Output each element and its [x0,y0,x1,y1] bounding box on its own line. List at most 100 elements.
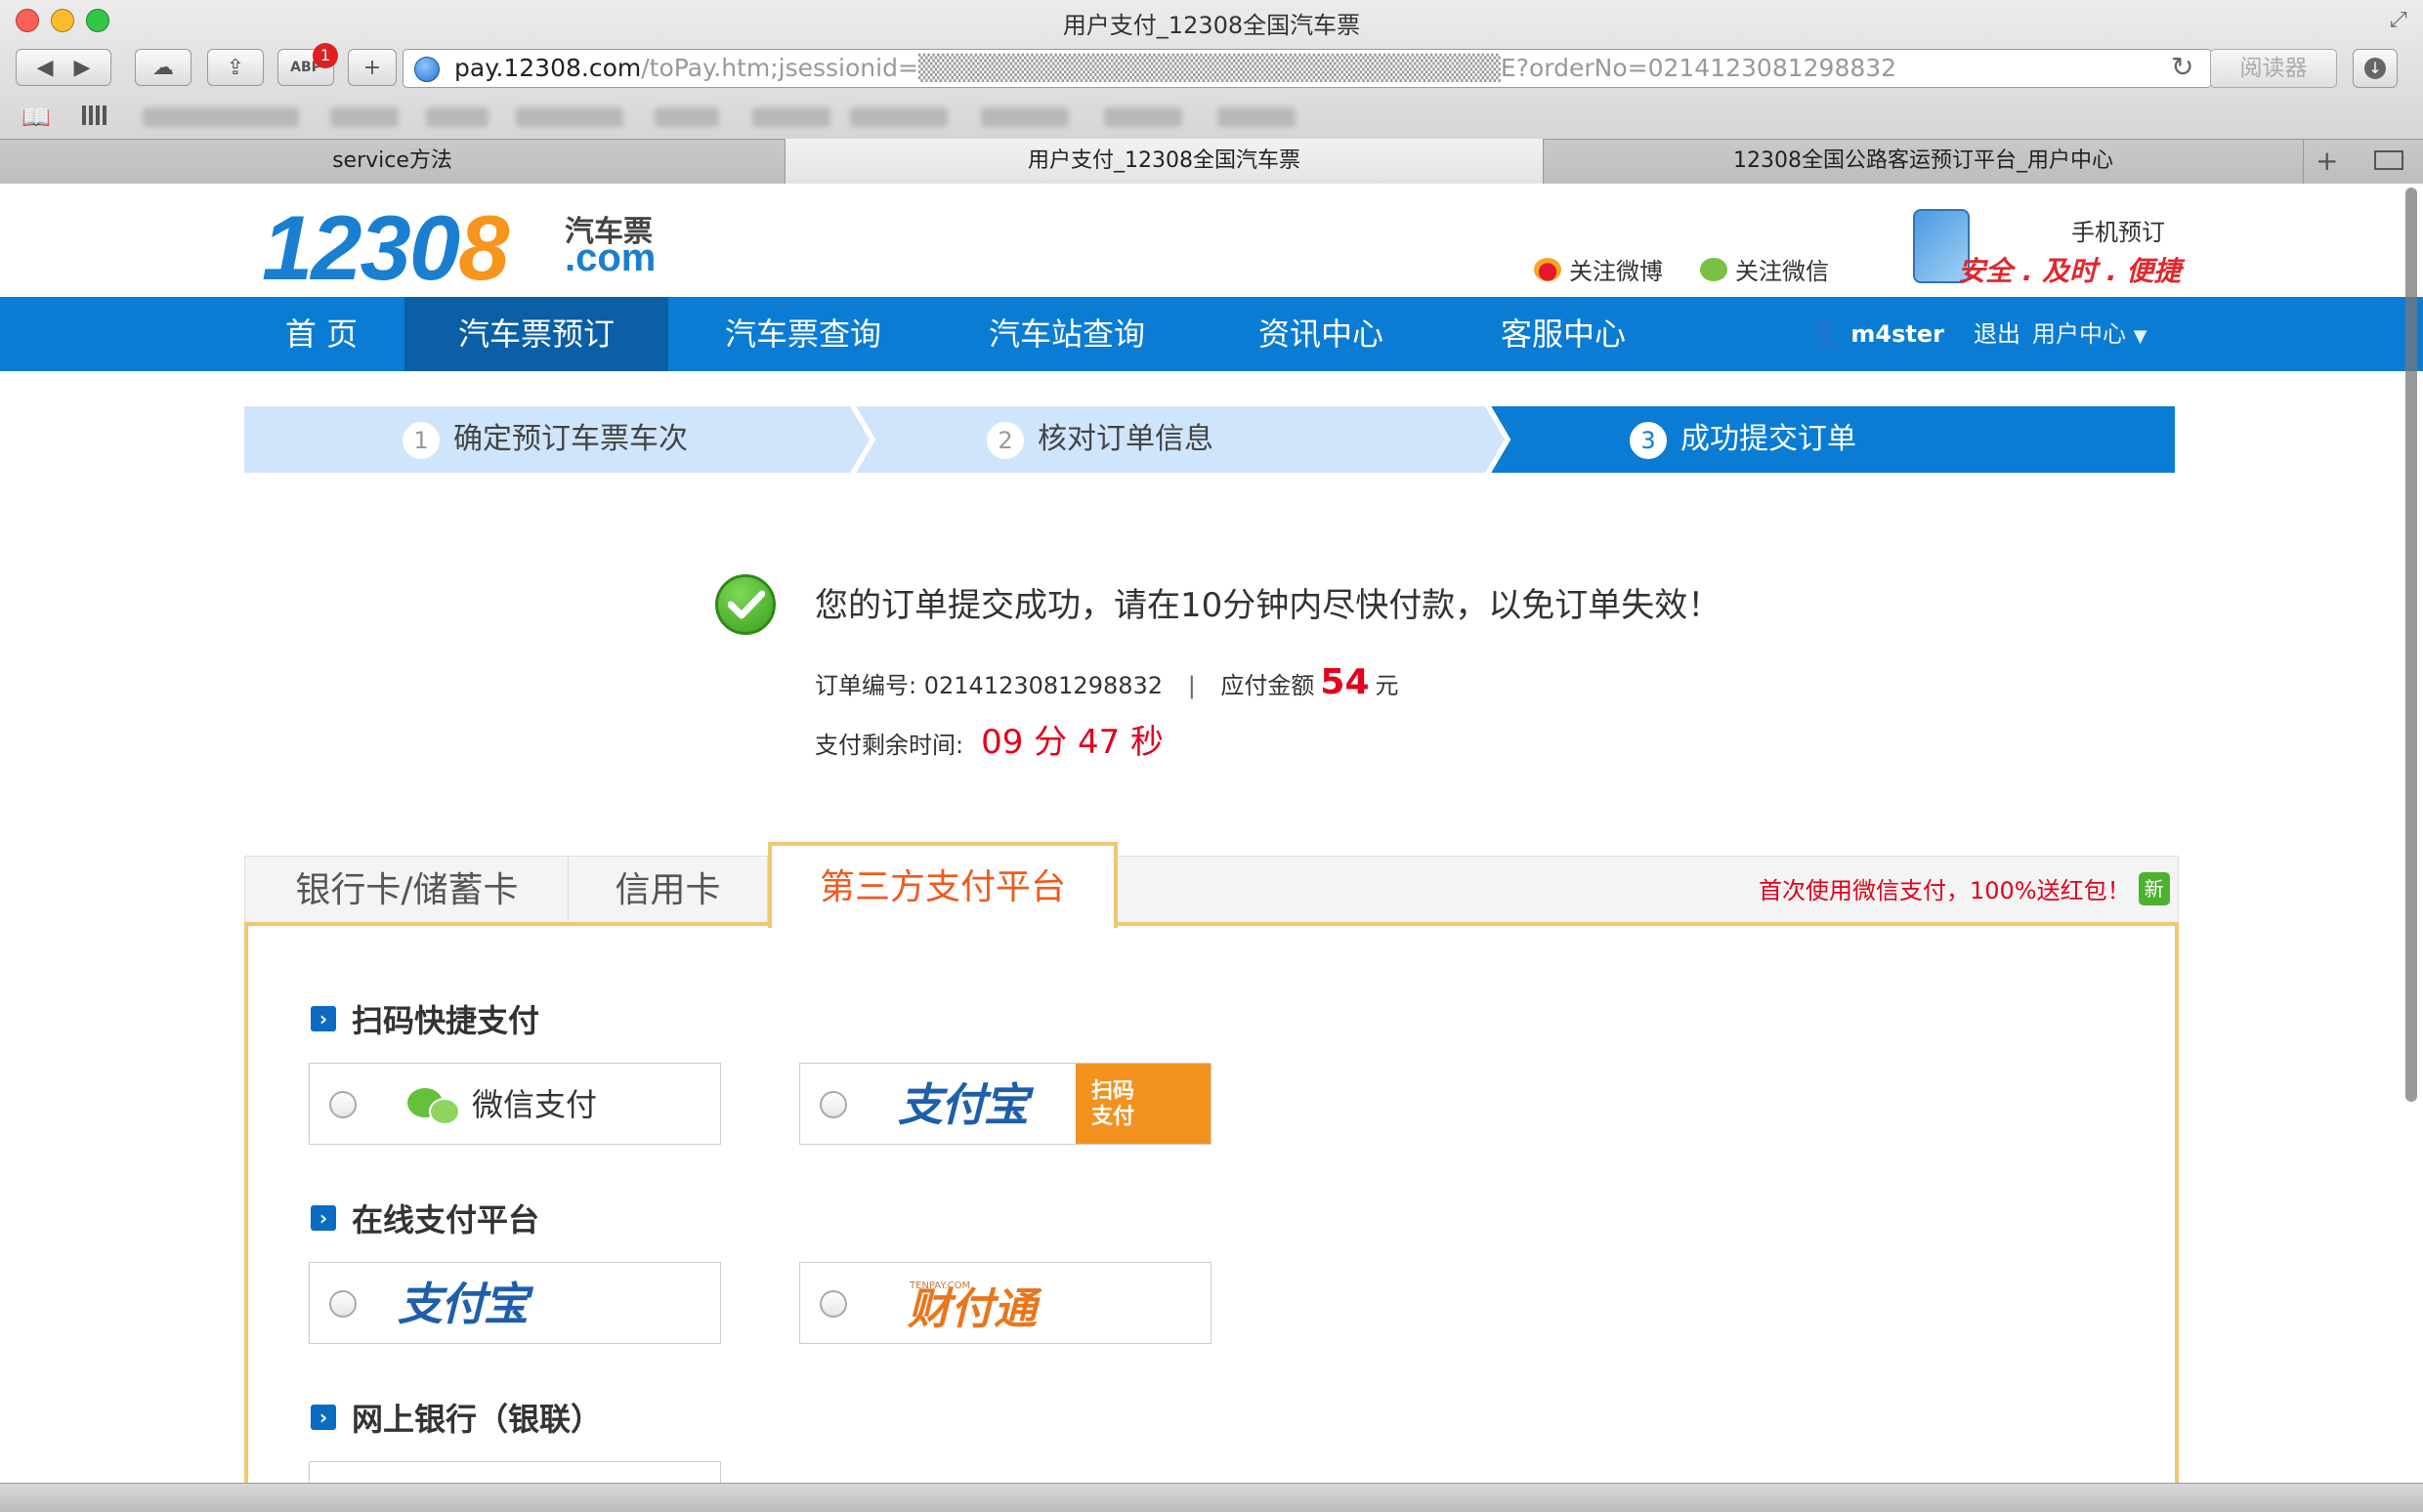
username[interactable]: m4ster [1850,297,1944,371]
chevron-down-icon: ▼ [2133,326,2147,347]
alipay-logo-text: 支付宝 [398,1278,529,1330]
mobile-slogan: 安全 . 及时 . 便捷 [1958,255,2182,287]
nav-user: 👤 m4ster 退出 [1809,297,2020,371]
bookmark-item-blurred[interactable] [143,107,299,127]
bookmark-item-blurred[interactable] [1217,107,1296,127]
section-online-platform: › 在线支付平台 [311,1196,539,1240]
chevron-right-icon: › [311,1006,336,1031]
icloud-tabs-button[interactable]: ☁ [135,49,191,86]
user-center-dropdown[interactable]: 用户中心 ▼ [2032,297,2147,371]
option-tenpay[interactable]: TENPAY.COM 财付通 [799,1262,1212,1344]
browser-tab[interactable]: 12308全国公路客运预订平台_用户中心 [1544,139,2304,184]
wechat-icon [1700,257,1727,281]
logo-number-accent: 8 [458,196,509,299]
logo-number: 1230 [262,196,460,299]
top-sites-icon[interactable] [82,105,109,125]
vertical-scrollbar[interactable] [2405,188,2417,1102]
reader-button[interactable]: 阅读器 [2210,49,2337,88]
site-globe-icon [414,57,440,82]
alipay-logo: 支付宝 [398,1263,529,1345]
reload-icon[interactable]: ↻ [2171,51,2193,83]
tab-overview-icon[interactable] [2374,150,2403,170]
nav-news[interactable]: 资讯中心 [1233,297,1409,371]
weibo-icon [1534,257,1561,281]
radio-alipay-scan[interactable] [820,1091,847,1118]
status-bar [0,1483,2423,1512]
back-icon[interactable]: ◀ [37,56,54,80]
follow-weibo-link[interactable]: 关注微博 [1534,252,1663,286]
step-3-number: 3 [1630,421,1667,459]
success-message: 您的订单提交成功，请在10分钟内尽快付款，以免订单失效！ [815,586,1722,625]
back-forward-buttons[interactable]: ◀ ▶ [16,49,111,86]
order-no-label: 订单编号: [815,672,917,699]
option-alipay-scan[interactable]: 支付宝 扫码 支付 [799,1063,1212,1145]
downloads-button[interactable]: ↓ [2353,49,2398,88]
amount-unit: 元 [1375,672,1399,699]
reading-list-icon[interactable]: 📖 [21,104,51,131]
nav-station-query[interactable]: 汽车站查询 [954,297,1180,371]
section-online-bank: › 网上银行（银联） [311,1395,602,1440]
bookmark-item-blurred[interactable] [330,107,399,127]
option-wechat-pay[interactable]: 微信支付 [309,1063,721,1145]
step-3-label: 成功提交订单 [1680,422,1856,456]
radio-alipay[interactable] [329,1290,357,1318]
download-icon: ↓ [2364,58,2386,79]
bookmark-item-blurred[interactable] [981,107,1069,127]
step-2-label: 核对订单信息 [1038,422,1213,456]
follow-wechat-label: 关注微信 [1735,258,1829,285]
tab-third-party[interactable]: 第三方支付平台 [768,842,1118,928]
bookmark-item-blurred[interactable] [1104,107,1182,127]
tenpay-logo-text: 财付通 [908,1284,1037,1334]
abp-badge: 1 [313,43,338,68]
bookmark-item-blurred[interactable] [752,107,830,127]
new-tab-button[interactable]: + [348,49,397,86]
browser-tab[interactable]: service方法 [0,139,786,184]
browser-tab-active[interactable]: 用户支付_12308全国汽车票 [786,139,1544,184]
step-3: 3 成功提交订单 [1630,406,1856,473]
plus-icon: + [362,55,382,80]
tab-credit-card[interactable]: 信用卡 [569,856,768,926]
logo-com: .com [565,236,657,279]
tab-debit-card[interactable]: 银行卡/储蓄卡 [246,856,569,926]
radio-wechat-pay[interactable] [329,1091,357,1118]
add-tab-icon[interactable]: + [2316,145,2338,177]
wechat-promo[interactable]: 首次使用微信支付，100%送红包！ 新 [1759,871,2170,905]
address-bar[interactable]: pay.12308.com/toPay.htm;jsessionid=▒▒▒▒▒… [403,49,2212,88]
bookmark-item-blurred[interactable] [850,107,948,127]
chevron-right-icon: › [311,1205,336,1231]
window-title: 用户支付_12308全国汽车票 [1062,12,1361,39]
radio-tenpay[interactable] [820,1290,847,1318]
fullscreen-icon[interactable]: ⤢ [2390,8,2407,32]
share-button[interactable]: ⇪ [207,49,264,86]
option-alipay[interactable]: 支付宝 [309,1262,721,1344]
section-title: 扫码快捷支付 [352,1002,540,1039]
nav-service[interactable]: 客服中心 [1475,297,1651,371]
nav-ticket-booking[interactable]: 汽车票预订 [404,297,668,371]
share-icon: ⇪ [226,55,245,80]
amount-value: 54 [1320,662,1370,702]
cloud-icon: ☁ [152,55,174,80]
forward-icon[interactable]: ▶ [73,56,90,80]
order-summary: 订单编号: 0214123081298832 | 应付金额 54 元 [815,662,1399,702]
wechat-pay-icon [407,1082,462,1127]
section-title: 网上银行（银联） [352,1401,603,1438]
nav-ticket-query[interactable]: 汽车票查询 [690,297,916,371]
separator: | [1187,672,1196,699]
tenpay-logo: 财付通 [908,1269,1037,1351]
alipay-scan-badge: 扫码 支付 [1076,1064,1211,1144]
bookmark-item-blurred[interactable] [426,107,489,127]
amount-label: 应付金额 [1220,672,1315,699]
step-2-number: 2 [987,421,1024,459]
logout-link[interactable]: 退出 [1974,297,2020,371]
bookmark-item-blurred[interactable] [516,107,623,127]
remaining-label: 支付剩余时间: [815,732,964,759]
title-bar: 用户支付_12308全国汽车票 ⤢ [0,0,2423,45]
bookmark-item-blurred[interactable] [655,107,719,127]
order-number: 0214123081298832 [923,672,1164,699]
new-badge: 新 [2138,871,2170,905]
nav-home[interactable]: 首 页 [258,297,385,371]
section-scan-pay: › 扫码快捷支付 [311,996,539,1041]
follow-wechat-link[interactable]: 关注微信 [1700,252,1829,286]
site-logo[interactable]: 12308 [262,195,509,301]
mobile-booking-label[interactable]: 手机预订 [2071,213,2165,247]
